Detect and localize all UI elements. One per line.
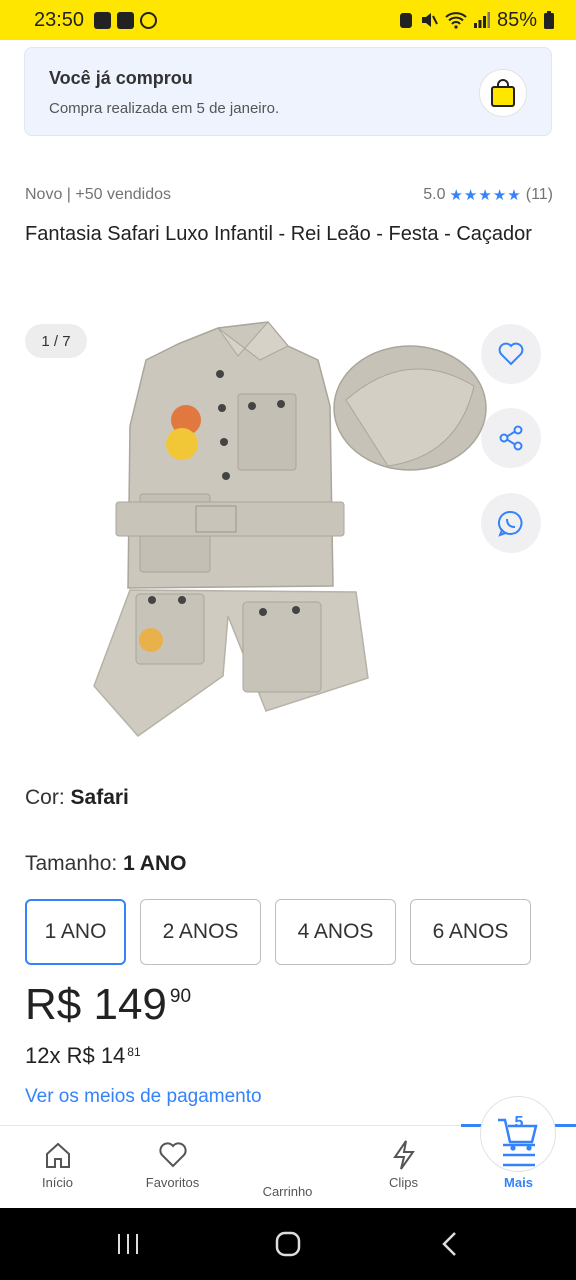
product-image[interactable] — [88, 316, 492, 744]
price-main: R$ 149 — [25, 980, 167, 1029]
price: R$ 149 90 — [25, 978, 191, 1032]
size-value: 1 ANO — [123, 852, 187, 875]
facebook-notification-icon — [140, 11, 158, 29]
size-options: 1 ANO 2 ANOS 4 ANOS 6 ANOS — [25, 899, 531, 965]
alarm-icon — [399, 13, 412, 28]
size-option-2-anos[interactable]: 2 ANOS — [140, 899, 261, 965]
system-indicators: 85% — [399, 9, 554, 32]
battery-percent: 85% — [496, 8, 537, 31]
purchase-notice-subtitle: Compra realizada em 5 de janeiro. — [49, 100, 280, 117]
nav-item-mais[interactable]: Mais — [461, 1126, 576, 1209]
installments-cents: 81 — [127, 1045, 141, 1059]
whatsapp-share-button[interactable] — [481, 493, 541, 553]
product-meta-row: Novo | +50 vendidos 5.0 ★★★★★ (11) — [25, 186, 553, 208]
signal-icon — [473, 12, 490, 28]
condition-sold-count: Novo | +50 vendidos — [25, 186, 172, 203]
menu-icon — [502, 1143, 535, 1167]
rating-summary[interactable]: 5.0 ★★★★★ (11) — [423, 186, 553, 204]
check-notification-icon — [117, 11, 135, 29]
recent-apps-icon[interactable] — [116, 1232, 140, 1256]
share-icon — [499, 425, 523, 451]
shopping-bag-button[interactable] — [479, 69, 527, 117]
back-icon[interactable] — [440, 1231, 460, 1257]
size-option-1-ano[interactable]: 1 ANO — [25, 899, 126, 965]
shopping-bag-icon — [491, 79, 515, 107]
nav-item-carrinho[interactable]: 5 Carrinho — [230, 1096, 556, 1209]
gallery-notification-icon — [94, 11, 112, 29]
heart-icon — [158, 1142, 187, 1168]
rating-stars-icon: ★★★★★ — [449, 187, 522, 204]
nav-item-clips[interactable]: Clips — [346, 1126, 461, 1209]
bottom-nav: Início Favoritos 5 Carrinho Clips Mais — [0, 1096, 576, 1209]
nav-label-carrinho: Carrinho — [262, 1184, 313, 1199]
nav-label-favoritos: Favoritos — [145, 1175, 200, 1190]
size-option-6-anos[interactable]: 6 ANOS — [410, 899, 531, 965]
home-button-icon[interactable] — [275, 1231, 301, 1257]
heart-icon — [498, 342, 524, 366]
status-bar: 23:50 85% — [0, 0, 576, 40]
product-title: Fantasia Safari Luxo Infantil - Rei Leão… — [25, 223, 532, 245]
notification-icons — [94, 11, 158, 29]
nav-item-favoritos[interactable]: Favoritos — [115, 1126, 230, 1209]
nav-item-inicio[interactable]: Início — [0, 1126, 115, 1209]
size-label: Tamanho: — [25, 852, 124, 875]
installments: 12x R$ 14 81 — [25, 1043, 141, 1069]
product-image-gallery[interactable]: 1 / 7 — [0, 300, 576, 760]
color-selector-label: Cor: Safari — [25, 786, 129, 810]
installments-main: 12x R$ 14 — [25, 1043, 126, 1068]
status-time: 23:50 — [34, 8, 85, 31]
lightning-icon — [392, 1140, 415, 1170]
price-cents: 90 — [169, 986, 192, 1007]
image-counter: 1 / 7 — [25, 324, 87, 358]
color-value: Safari — [70, 786, 129, 809]
size-selector-label: Tamanho: 1 ANO — [25, 852, 186, 876]
whatsapp-icon — [497, 510, 523, 537]
nav-label-inicio: Início — [41, 1175, 74, 1190]
purchase-notice-card[interactable]: Você já comprou Compra realizada em 5 de… — [24, 47, 552, 136]
wifi-icon — [445, 12, 467, 29]
share-button[interactable] — [481, 408, 541, 468]
color-label: Cor: — [25, 786, 71, 809]
mute-icon — [421, 13, 438, 27]
review-count: (11) — [525, 186, 553, 203]
nav-label-mais: Mais — [504, 1175, 533, 1190]
favorite-button[interactable] — [481, 324, 541, 384]
home-icon — [45, 1142, 70, 1168]
system-nav-bar — [0, 1208, 576, 1280]
size-option-4-anos[interactable]: 4 ANOS — [275, 899, 396, 965]
battery-icon — [544, 11, 554, 29]
rating-value: 5.0 — [423, 186, 446, 203]
payment-methods-link[interactable]: Ver os meios de pagamento — [25, 1086, 262, 1108]
nav-label-clips: Clips — [389, 1175, 418, 1190]
purchase-notice-title: Você já comprou — [49, 68, 193, 88]
